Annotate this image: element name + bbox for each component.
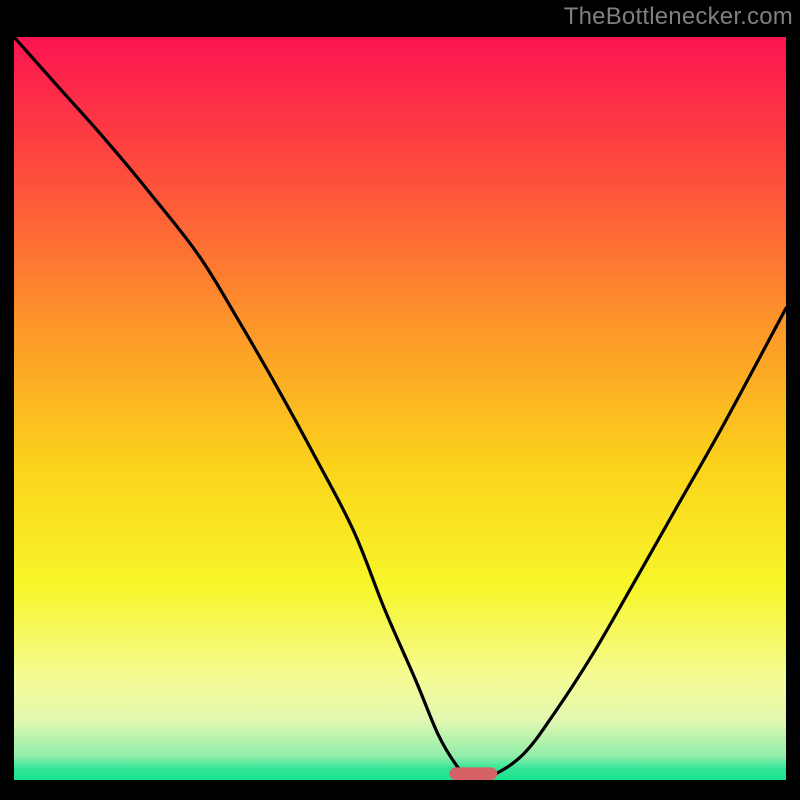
background-gradient bbox=[14, 37, 786, 780]
watermark-text: TheBottlenecker.com bbox=[564, 3, 793, 31]
plot-area bbox=[14, 37, 786, 780]
